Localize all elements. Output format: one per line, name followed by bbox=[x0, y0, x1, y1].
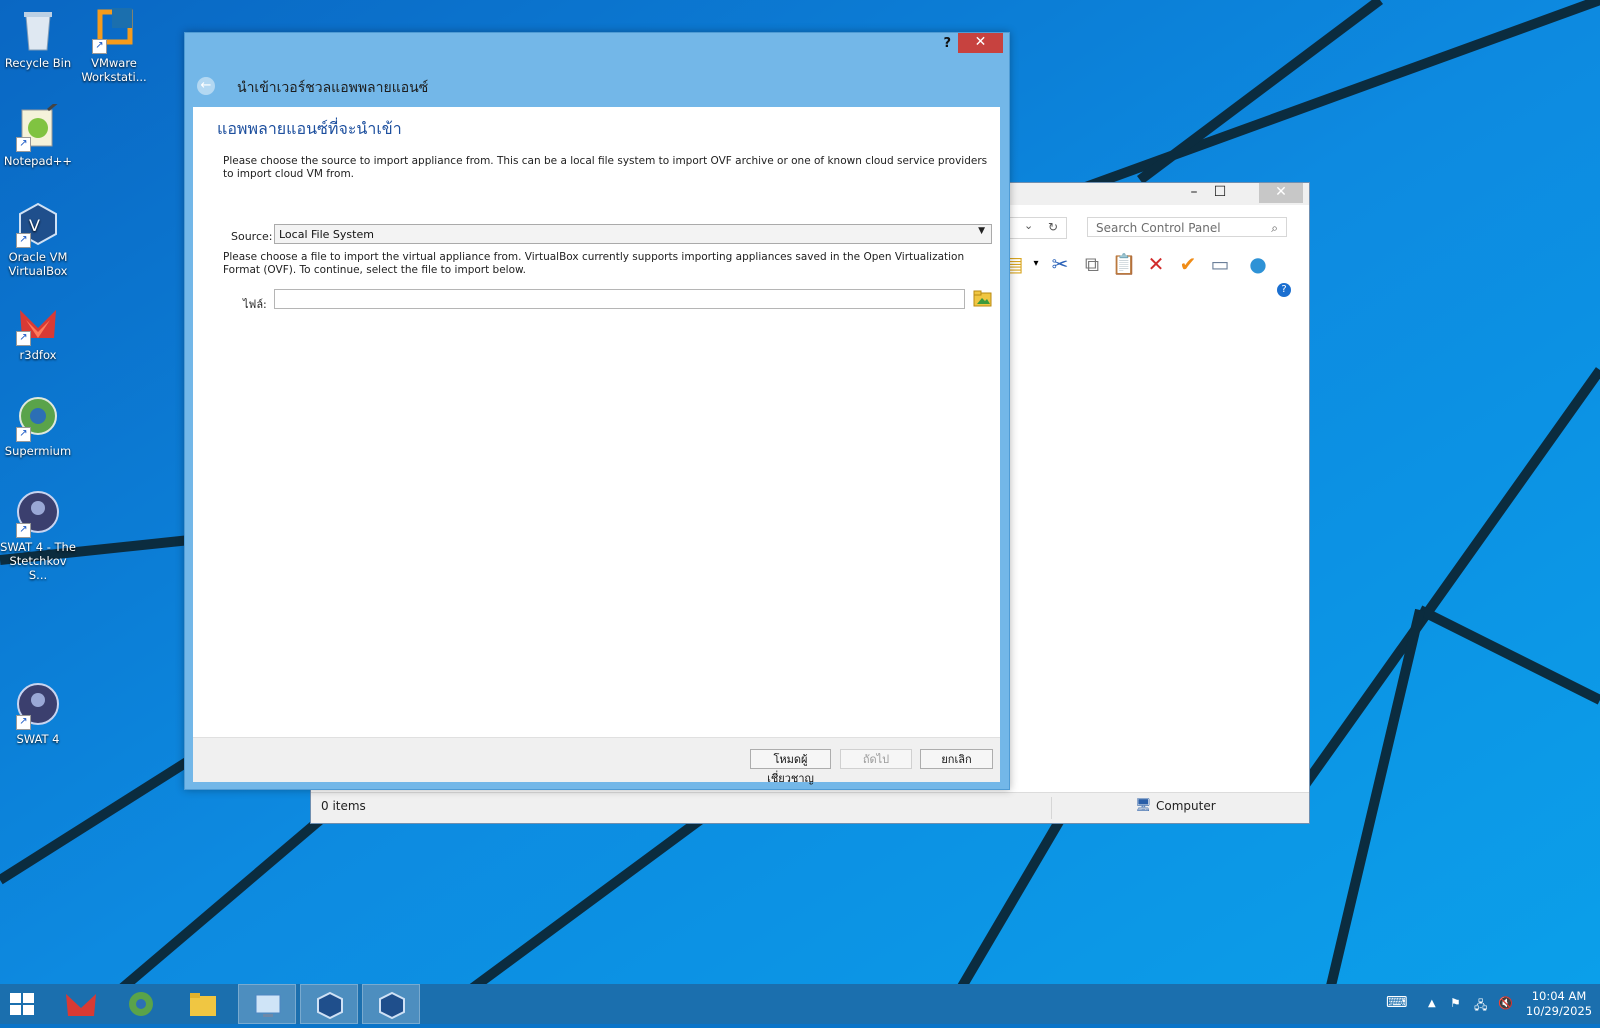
windows-logo-icon bbox=[10, 993, 34, 1015]
volume-muted-icon[interactable]: 🔇 bbox=[1498, 996, 1513, 1010]
desktop-icon-label: Oracle VM VirtualBox bbox=[8, 250, 68, 278]
network-icon[interactable]: 🖧 bbox=[1474, 996, 1487, 1017]
desktop-icon-swat4[interactable]: ↗ SWAT 4 bbox=[0, 682, 76, 746]
minimize-button[interactable]: – bbox=[1181, 183, 1207, 203]
swat4-icon: ↗ bbox=[14, 490, 62, 538]
file-label: ไฟล์: bbox=[243, 298, 267, 311]
shortcut-arrow-icon: ↗ bbox=[16, 715, 31, 730]
shortcut-arrow-icon: ↗ bbox=[16, 233, 31, 248]
source-description: Please choose the source to import appli… bbox=[223, 155, 988, 180]
desktop-icon-swat4-stetchkov[interactable]: ↗ SWAT 4 - The Stetchkov S... bbox=[0, 490, 76, 582]
dialog-title: นำเข้าเวอร์ชวลแอพพลายแอนซ์ bbox=[237, 80, 429, 96]
desktop-icon-vmware[interactable]: ↗ VMware Workstati... bbox=[76, 6, 152, 84]
desktop-icon-label: SWAT 4 - The Stetchkov S... bbox=[0, 540, 76, 582]
taskbar-virtualbox-1[interactable] bbox=[300, 984, 358, 1024]
desktop-icon-supermium[interactable]: ↗ Supermium bbox=[0, 394, 76, 458]
supermium-icon bbox=[129, 992, 153, 1016]
virtualbox-icon bbox=[379, 991, 405, 1020]
supermium-icon: ↗ bbox=[14, 394, 62, 442]
import-appliance-dialog[interactable]: ? ✕ ← นำเข้าเวอร์ชวลแอพพลายแอนซ์ แอพพลาย… bbox=[184, 32, 1010, 790]
control-panel-icon bbox=[255, 994, 281, 1017]
shortcut-arrow-icon: ↗ bbox=[92, 39, 107, 54]
notepadpp-icon: ↗ bbox=[14, 98, 62, 152]
help-icon[interactable]: ? bbox=[1277, 283, 1291, 297]
desktop-icon-notepadpp[interactable]: ↗ Notepad++ bbox=[0, 98, 76, 168]
control-panel-toolbar: ▤ ▾ ✂ ⧉ 📋 ✕ ✔ ▭ ● ? bbox=[1001, 249, 1301, 297]
recycle-bin-icon bbox=[14, 6, 62, 54]
close-button[interactable]: ✕ bbox=[958, 33, 1003, 53]
dialog-content: แอพพลายแอนซ์ที่จะนำเข้า Please choose th… bbox=[193, 107, 1000, 737]
keyboard-icon[interactable]: ⌨ bbox=[1386, 993, 1408, 1011]
status-divider bbox=[1051, 797, 1052, 819]
r3dfox-icon bbox=[66, 994, 96, 1016]
taskbar-file-explorer[interactable] bbox=[174, 984, 232, 1024]
shortcut-arrow-icon: ↗ bbox=[16, 137, 31, 152]
source-selected-value: Local File System bbox=[279, 228, 374, 241]
taskbar-r3dfox[interactable] bbox=[52, 984, 110, 1024]
file-description: Please choose a file to import the virtu… bbox=[223, 251, 965, 276]
search-input[interactable]: Search Control Panel ⌕ bbox=[1087, 217, 1287, 237]
action-center-flag-icon[interactable]: ⚑ bbox=[1450, 996, 1461, 1010]
source-label: Source: bbox=[231, 230, 273, 243]
file-path-input[interactable] bbox=[274, 289, 965, 309]
dialog-footer: โหมดผู้เชี่ยวชาญ ถัดไป ยกเลิก bbox=[193, 737, 1000, 785]
status-item-count: 0 items bbox=[321, 799, 366, 813]
paste-icon[interactable]: 📋 bbox=[1111, 251, 1137, 277]
desktop-icon-recycle-bin[interactable]: Recycle Bin bbox=[0, 6, 76, 70]
browse-folder-icon[interactable] bbox=[973, 288, 993, 308]
dropdown-arrow-icon[interactable]: ▾ bbox=[1023, 251, 1049, 277]
refresh-icon[interactable]: ↻ bbox=[1048, 220, 1058, 234]
search-placeholder: Search Control Panel bbox=[1096, 221, 1221, 235]
shortcut-arrow-icon: ↗ bbox=[16, 331, 31, 346]
taskbar-control-panel[interactable] bbox=[238, 984, 296, 1024]
status-location: Computer bbox=[1156, 799, 1216, 813]
shortcut-arrow-icon: ↗ bbox=[16, 523, 31, 538]
check-icon[interactable]: ✔ bbox=[1175, 251, 1201, 277]
cut-icon[interactable]: ✂ bbox=[1047, 251, 1073, 277]
swat4-icon: ↗ bbox=[14, 682, 62, 730]
clock-time: 10:04 AM bbox=[1531, 989, 1587, 1003]
taskbar: ⌨ ▲ ⚑ 🖧 🔇 10:04 AM 10/29/2025 bbox=[0, 984, 1600, 1024]
clock-date: 10/29/2025 bbox=[1525, 1004, 1593, 1018]
desktop-icon-label: VMware Workstati... bbox=[81, 56, 147, 84]
close-button[interactable]: ✕ bbox=[1259, 183, 1303, 203]
desktop-icon-label: Supermium bbox=[4, 444, 72, 458]
back-arrow-icon[interactable]: ← bbox=[197, 77, 215, 95]
status-bar: 0 items 🖥 Computer bbox=[311, 792, 1309, 823]
virtualbox-icon bbox=[317, 991, 343, 1020]
r3dfox-icon: ↗ bbox=[14, 298, 62, 346]
desktop-icon-label: r3dfox bbox=[19, 348, 57, 362]
desktop-icon-virtualbox[interactable]: V ↗ Oracle VM VirtualBox bbox=[0, 200, 76, 278]
taskbar-supermium[interactable] bbox=[112, 984, 170, 1024]
chevron-down-icon[interactable]: ▼ bbox=[978, 226, 985, 236]
help-button[interactable]: ? bbox=[943, 36, 951, 51]
taskbar-virtualbox-2[interactable] bbox=[362, 984, 420, 1024]
folder-icon bbox=[190, 993, 216, 1016]
delete-icon[interactable]: ✕ bbox=[1143, 251, 1169, 277]
taskbar-clock[interactable]: 10:04 AM 10/29/2025 bbox=[1524, 989, 1594, 1019]
next-button[interactable]: ถัดไป bbox=[840, 749, 912, 769]
start-button[interactable] bbox=[0, 984, 58, 1024]
source-select[interactable]: Local File System ▼ bbox=[274, 224, 992, 244]
virtualbox-icon: V ↗ bbox=[14, 200, 62, 248]
desktop-icon-label: Recycle Bin bbox=[4, 56, 72, 70]
cancel-button[interactable]: ยกเลิก bbox=[920, 749, 993, 769]
globe-icon[interactable]: ● bbox=[1245, 251, 1271, 277]
page-heading: แอพพลายแอนซ์ที่จะนำเข้า bbox=[217, 119, 402, 138]
desktop-icon-label: SWAT 4 bbox=[16, 732, 60, 746]
maximize-button[interactable]: ☐ bbox=[1207, 183, 1233, 203]
search-icon: ⌕ bbox=[1271, 221, 1278, 235]
desktop-icon-r3dfox[interactable]: ↗ r3dfox bbox=[0, 298, 76, 362]
vmware-icon: ↗ bbox=[90, 6, 138, 54]
copy-icon[interactable]: ⧉ bbox=[1079, 251, 1105, 277]
rename-icon[interactable]: ▭ bbox=[1207, 251, 1233, 277]
show-hidden-icons-icon[interactable]: ▲ bbox=[1428, 998, 1436, 1009]
shortcut-arrow-icon: ↗ bbox=[16, 427, 31, 442]
desktop-icon-label: Notepad++ bbox=[3, 154, 73, 168]
expert-mode-button[interactable]: โหมดผู้เชี่ยวชาญ bbox=[750, 749, 831, 785]
computer-icon: 🖥 bbox=[1135, 798, 1152, 813]
chevron-down-icon[interactable]: ⌄ bbox=[1024, 219, 1033, 232]
